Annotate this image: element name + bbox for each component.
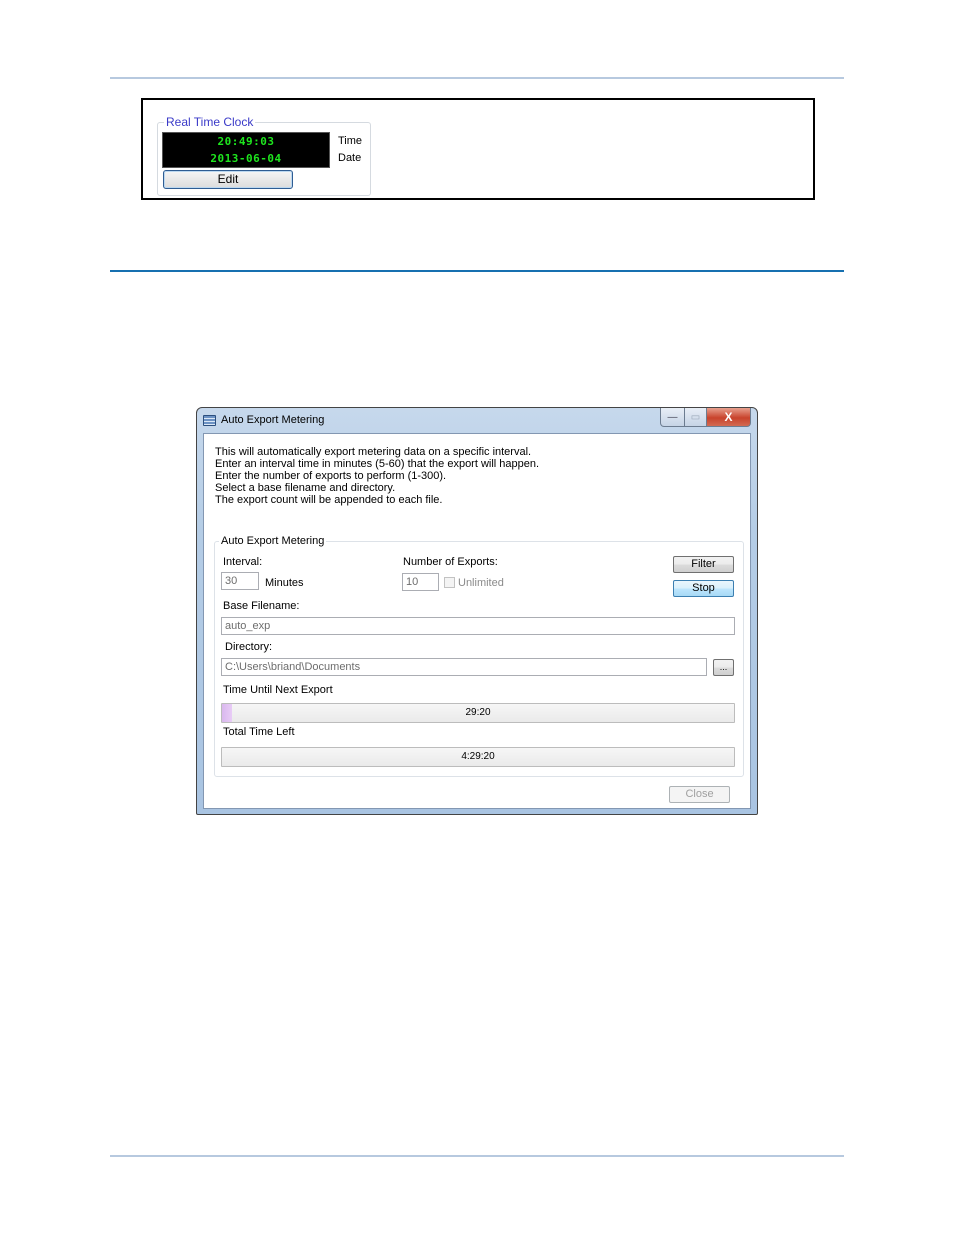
maximize-icon: ▭ xyxy=(690,411,701,423)
intro-line: The export count will be appended to eac… xyxy=(215,494,443,506)
interval-input[interactable]: 30 xyxy=(221,572,259,590)
rtc-time-value: 20:49:03 xyxy=(217,135,275,148)
intro-line: Enter the number of exports to perform (… xyxy=(215,470,447,482)
filter-button[interactable]: Filter xyxy=(673,556,734,573)
close-icon: X xyxy=(724,410,733,424)
next-export-progress: 29:20 xyxy=(221,703,735,723)
rtc-time-label: Time xyxy=(338,135,363,147)
total-time-progress: 4:29:20 xyxy=(221,747,735,767)
base-filename-input[interactable]: auto_exp xyxy=(221,617,735,635)
total-time-label: Total Time Left xyxy=(223,726,295,738)
maximize-button[interactable]: ▭ xyxy=(685,408,707,427)
next-export-time: 29:20 xyxy=(465,707,491,718)
header-rule xyxy=(110,77,844,79)
rtc-display: 20:49:03 2013-06-04 xyxy=(162,132,330,168)
minimize-icon: — xyxy=(667,411,678,423)
exports-input[interactable]: 10 xyxy=(402,573,439,591)
directory-label: Directory: xyxy=(225,641,273,653)
unlimited-label: Unlimited xyxy=(458,577,504,589)
next-export-label: Time Until Next Export xyxy=(223,684,333,696)
auto-export-group: Auto Export Metering Interval: 30 Minute… xyxy=(214,535,744,777)
rtc-date-value: 2013-06-04 xyxy=(210,152,282,165)
app-icon xyxy=(203,415,216,426)
group-legend: Auto Export Metering xyxy=(219,535,327,547)
section-rule xyxy=(110,270,844,272)
exports-label: Number of Exports: xyxy=(403,556,498,568)
rtc-date-label: Date xyxy=(338,152,362,164)
dialog-title: Auto Export Metering xyxy=(221,414,325,426)
intro-text: This will automatically export metering … xyxy=(215,446,539,506)
window-controls: — ▭ X xyxy=(660,408,751,427)
browse-directory-button[interactable]: ... xyxy=(713,659,734,676)
interval-label: Interval: xyxy=(223,556,263,568)
intro-line: This will automatically export metering … xyxy=(215,446,532,458)
rtc-figure: Real Time Clock 20:49:03 2013-06-04 Time… xyxy=(141,98,815,200)
minutes-label: Minutes xyxy=(265,577,304,589)
auto-export-dialog: Auto Export Metering — ▭ X This will aut… xyxy=(196,407,758,815)
dialog-titlebar[interactable]: Auto Export Metering — ▭ X xyxy=(197,408,757,433)
directory-input[interactable]: C:\Users\briand\Documents xyxy=(221,658,707,676)
intro-line: Select a base filename and directory. xyxy=(215,482,396,494)
unlimited-checkbox[interactable] xyxy=(444,577,455,588)
rtc-group: Real Time Clock 20:49:03 2013-06-04 Time… xyxy=(157,115,371,196)
stop-button[interactable]: Stop xyxy=(673,580,734,597)
minimize-button[interactable]: — xyxy=(660,408,685,427)
intro-line: Enter an interval time in minutes (5-60)… xyxy=(215,458,540,470)
total-time-left: 4:29:20 xyxy=(461,751,495,762)
close-window-button[interactable]: X xyxy=(707,408,751,427)
rtc-group-legend: Real Time Clock xyxy=(164,115,256,129)
close-button[interactable]: Close xyxy=(669,786,730,803)
footer-rule xyxy=(110,1155,844,1157)
base-filename-label: Base Filename: xyxy=(223,600,300,612)
dialog-client: This will automatically export metering … xyxy=(203,433,751,809)
rtc-edit-button[interactable]: Edit xyxy=(163,170,293,189)
